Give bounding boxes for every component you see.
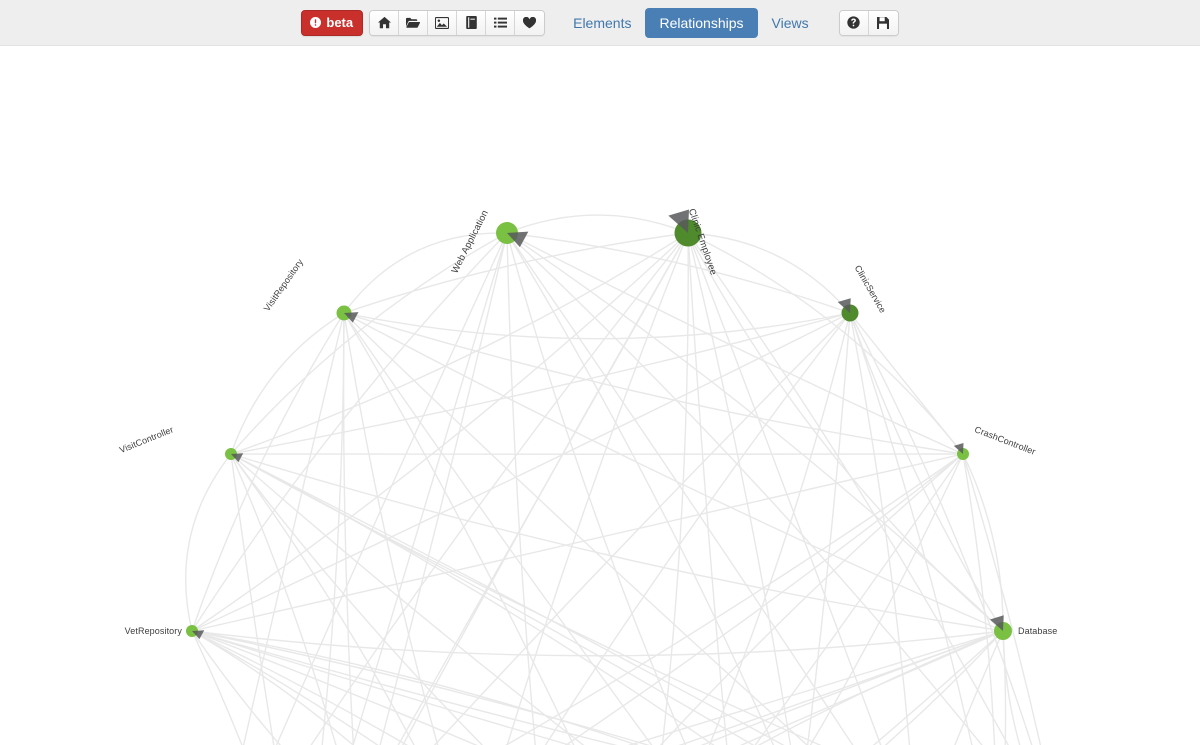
- home-icon: [377, 16, 391, 29]
- edge-layer: [185, 214, 1042, 745]
- graph-edge: [321, 312, 345, 745]
- graph-edge: [962, 453, 1004, 632]
- graph-edge: [1002, 630, 1021, 745]
- graph-edge: [230, 453, 275, 745]
- graph-edge: [343, 312, 1004, 632]
- graph-edge: [191, 312, 345, 632]
- graph-edge: [353, 232, 508, 745]
- exclamation-circle-icon: [310, 17, 322, 28]
- graph-node[interactable]: [836, 295, 859, 322]
- beta-badge: beta: [301, 9, 364, 36]
- relationship-graph-canvas[interactable]: Web Application Clinic Employee VisitRepos…: [0, 46, 1200, 745]
- graph-edge: [191, 232, 689, 632]
- toolbar-button-group: [369, 9, 546, 36]
- beta-label: beta: [326, 15, 354, 30]
- graph-edge: [191, 630, 572, 745]
- open-folder-button[interactable]: [399, 10, 429, 35]
- book-button[interactable]: [457, 10, 487, 35]
- floppy-disk-icon: [877, 16, 890, 29]
- toolbar-right-group: [838, 9, 899, 36]
- save-button[interactable]: [868, 10, 898, 35]
- favourite-button[interactable]: [515, 10, 545, 35]
- heart-icon: [523, 16, 537, 29]
- graph-edge: [185, 453, 232, 632]
- view-mode-nav: Elements Relationships Views: [559, 7, 823, 38]
- top-toolbar: beta Elements Relationships Views: [0, 0, 1200, 46]
- list-icon: [493, 17, 507, 29]
- list-button[interactable]: [486, 10, 516, 35]
- folder-open-icon: [406, 16, 421, 29]
- graph-edge: [230, 232, 689, 455]
- question-circle-icon: [847, 16, 860, 29]
- graph-edge: [687, 232, 1004, 632]
- graph-edge: [708, 312, 851, 745]
- graph-edge: [962, 453, 1042, 745]
- graph-edge: [402, 232, 689, 745]
- graph-node[interactable]: [665, 204, 702, 247]
- graph-edge: [343, 312, 964, 455]
- tab-relationships[interactable]: Relationships: [645, 7, 758, 38]
- graph-edge: [343, 312, 653, 745]
- graph-edge: [506, 214, 689, 234]
- tab-elements[interactable]: Elements: [559, 8, 645, 38]
- graph-edge: [230, 453, 785, 745]
- graph-edge: [849, 312, 964, 455]
- graph-edge: [506, 232, 536, 745]
- graph-edge: [230, 232, 508, 455]
- graph-svg: [185, 204, 1042, 745]
- graph-edge: [379, 232, 508, 745]
- image-button[interactable]: [428, 10, 458, 35]
- book-icon: [465, 16, 477, 29]
- graph-edge: [343, 232, 508, 314]
- graph-edge: [506, 232, 687, 745]
- home-button[interactable]: [370, 10, 400, 35]
- help-button[interactable]: [839, 10, 869, 35]
- graph-edge: [740, 630, 1004, 745]
- graph-edge: [506, 232, 689, 745]
- picture-icon: [435, 16, 450, 29]
- graph-edge: [191, 630, 650, 745]
- graph-edge: [191, 630, 639, 745]
- graph-edge: [191, 630, 409, 745]
- tab-views[interactable]: Views: [758, 8, 823, 38]
